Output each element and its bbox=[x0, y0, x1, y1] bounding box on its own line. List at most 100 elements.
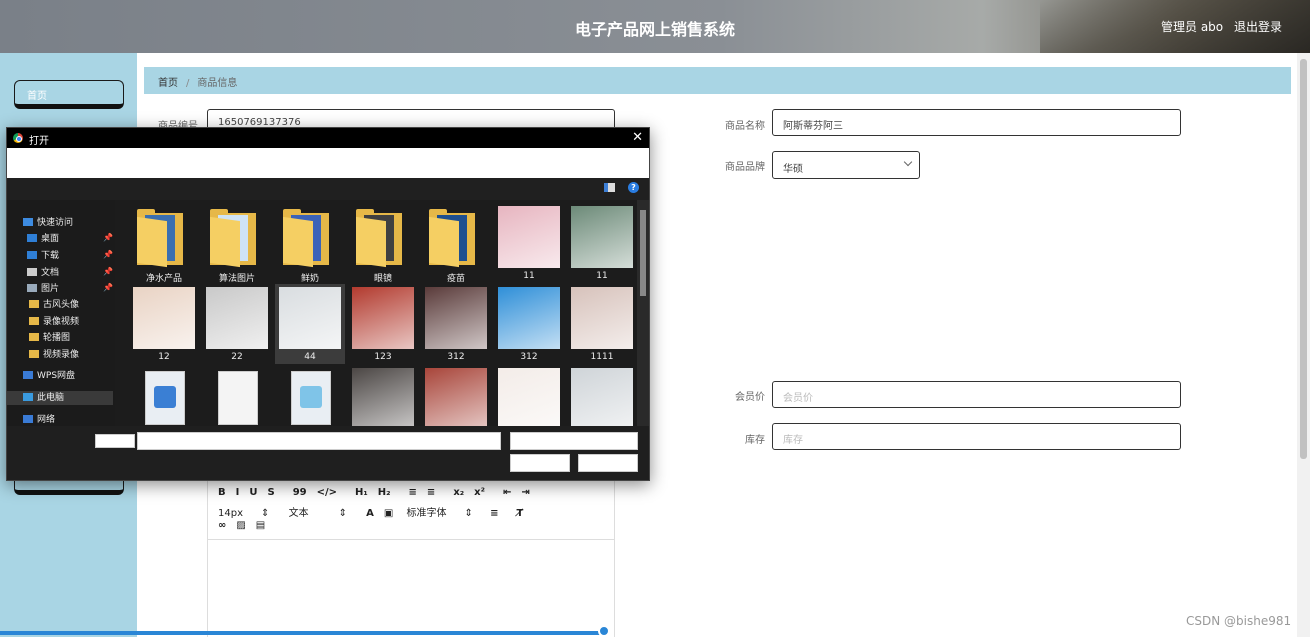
rich-text-editor[interactable]: B I U S 99 </> H₁ H₂ ≡ ≡ x₂ x² ⇤ ⇥ 14px ⇕ 文本 ⇕ A ▣ 标准字体 ⇕… bbox=[207, 480, 615, 637]
file-item[interactable]: 312 bbox=[421, 284, 491, 364]
file-item[interactable]: 123 bbox=[348, 284, 418, 364]
editor-tool-icon[interactable]: 99 bbox=[293, 487, 307, 498]
file-item[interactable]: 净水产品 bbox=[129, 203, 199, 284]
app-title: 电子产品网上销售系统 bbox=[574, 20, 735, 39]
downloads-icon bbox=[27, 251, 37, 259]
editor-tool-icon[interactable]: </> bbox=[317, 487, 337, 498]
brand-label: 商品品牌 bbox=[725, 162, 765, 173]
nav-item-network[interactable]: 网络 bbox=[23, 413, 55, 427]
brand-select[interactable]: 华硕 bbox=[772, 151, 920, 179]
select-arrows-icon: ⇕ bbox=[338, 508, 347, 519]
member-price-input[interactable]: 会员价 bbox=[772, 381, 1181, 408]
font-size-select[interactable]: 14px bbox=[218, 508, 243, 519]
sidebar-item-home[interactable]: 首页 bbox=[14, 80, 124, 109]
file-name: 眼镜 bbox=[373, 274, 392, 284]
editor-tool-icon[interactable]: B bbox=[218, 487, 226, 498]
stock-input[interactable]: 库存 bbox=[772, 423, 1181, 450]
file-name: 鲜奶 bbox=[300, 274, 319, 284]
file-item[interactable]: 312 bbox=[494, 284, 564, 364]
font-color-icon[interactable]: A bbox=[366, 508, 374, 519]
editor-tool-icon[interactable]: S bbox=[267, 487, 274, 498]
editor-tool-icon[interactable]: U bbox=[249, 487, 257, 498]
change-view-icon[interactable] bbox=[604, 183, 615, 192]
editor-tool-icon[interactable]: H₁ bbox=[355, 487, 368, 498]
file-item[interactable]: 疫苗 bbox=[421, 203, 491, 284]
page-scrollbar-thumb[interactable] bbox=[1300, 59, 1307, 459]
file-item[interactable]: 1111 bbox=[567, 284, 637, 364]
cancel-button[interactable] bbox=[578, 454, 638, 472]
folder-icon bbox=[137, 209, 191, 268]
editor-tool-icon[interactable]: H₂ bbox=[378, 487, 391, 498]
nav-item-folder-lunbotu[interactable]: 轮播图 bbox=[29, 331, 70, 345]
nav-item-documents[interactable]: 文档 bbox=[27, 266, 59, 280]
font-family-select[interactable]: 标准字体 bbox=[407, 504, 447, 519]
nav-item-label: 古风头像 bbox=[43, 300, 80, 310]
editor-tool-icon[interactable]: ⇤ bbox=[503, 487, 511, 498]
name-input[interactable]: 阿斯蒂芬阿三 bbox=[772, 109, 1181, 136]
nav-item-label: 视频录像 bbox=[43, 350, 80, 360]
editor-tool-icon[interactable]: ≡ bbox=[409, 487, 417, 498]
editor-tool-icon[interactable]: I bbox=[236, 487, 240, 498]
file-item[interactable]: 算法图片 bbox=[202, 203, 272, 284]
open-button[interactable] bbox=[510, 454, 570, 472]
file-name: 44 bbox=[304, 352, 316, 362]
editor-tool-icon[interactable]: x² bbox=[474, 487, 485, 498]
file-item[interactable]: 11 bbox=[494, 203, 564, 283]
nav-item-pictures[interactable]: 图片 bbox=[27, 282, 59, 296]
file-item[interactable]: 12 bbox=[129, 284, 199, 364]
page-scrollbar[interactable] bbox=[1297, 53, 1310, 637]
nav-item-label: 网络 bbox=[37, 415, 56, 425]
file-name: 算法图片 bbox=[218, 274, 255, 284]
file-name: 1111 bbox=[590, 352, 614, 362]
close-icon[interactable]: ✕ bbox=[632, 130, 643, 145]
nav-item-folder-luxiang[interactable]: 录像视频 bbox=[29, 315, 79, 329]
nav-item-this-pc[interactable]: 此电脑 bbox=[7, 391, 113, 405]
file-item[interactable]: 11 bbox=[567, 203, 637, 283]
nav-item-label: 快速访问 bbox=[37, 218, 74, 228]
top-header: 电子产品网上销售系统 管理员 abo 退出登录 bbox=[0, 0, 1310, 53]
help-icon[interactable]: ? bbox=[628, 182, 639, 193]
select-arrows-icon: ⇕ bbox=[464, 508, 473, 519]
file-name-input[interactable] bbox=[137, 432, 501, 450]
image-thumbnail bbox=[498, 368, 560, 430]
nav-item-label: 此电脑 bbox=[37, 393, 65, 403]
progress-handle[interactable] bbox=[598, 625, 610, 637]
nav-item-label: 桌面 bbox=[41, 234, 60, 244]
dialog-titlebar: 打开 ✕ bbox=[7, 128, 649, 148]
name-label: 商品名称 bbox=[725, 121, 765, 132]
editor-tool-icon[interactable]: ⇥ bbox=[521, 487, 529, 498]
logout-link[interactable]: 退出登录 bbox=[1234, 18, 1282, 35]
editor-tool-icon[interactable]: x₂ bbox=[453, 487, 464, 498]
file-name: 123 bbox=[374, 352, 392, 362]
nav-item-folder-shipin[interactable]: 视频录像 bbox=[29, 348, 79, 362]
file-item[interactable]: 22 bbox=[202, 284, 272, 364]
file-item[interactable]: 眼镜 bbox=[348, 203, 418, 284]
file-item[interactable]: 鲜奶 bbox=[275, 203, 345, 284]
breadcrumb-home[interactable]: 首页 bbox=[158, 78, 178, 89]
dialog-title: 打开 bbox=[29, 136, 49, 147]
nav-item-folder-gufeng[interactable]: 古风头像 bbox=[29, 298, 79, 312]
brand-select-value: 华硕 bbox=[783, 164, 803, 175]
video-progress-bar[interactable] bbox=[0, 631, 603, 635]
video-icon[interactable]: ▤ bbox=[256, 520, 265, 531]
align-icon[interactable]: ≡ bbox=[490, 508, 498, 519]
editor-tool-icon[interactable]: ≡ bbox=[427, 487, 435, 498]
file-item[interactable]: 44 bbox=[275, 284, 345, 364]
nav-item-quick-access[interactable]: 快速访问 bbox=[23, 216, 73, 230]
dialog-scrollbar[interactable] bbox=[637, 200, 649, 426]
nav-item-desktop[interactable]: 桌面 bbox=[27, 232, 59, 246]
pictures-icon bbox=[27, 284, 37, 292]
file-name: 312 bbox=[447, 352, 465, 362]
file-type-select[interactable] bbox=[510, 432, 638, 450]
link-icon[interactable]: ∞ bbox=[218, 520, 226, 531]
nav-item-downloads[interactable]: 下载 bbox=[27, 249, 59, 263]
breadcrumb-separator: / bbox=[186, 78, 190, 89]
background-color-icon[interactable]: ▣ bbox=[384, 508, 393, 519]
nav-item-wps-drive[interactable]: WPS网盘 bbox=[23, 369, 75, 383]
clear-format-icon[interactable]: T̸ bbox=[517, 508, 524, 519]
image-icon[interactable]: ▨ bbox=[236, 520, 245, 531]
text-style-select[interactable]: 文本 bbox=[289, 504, 309, 519]
image-thumbnail bbox=[571, 287, 633, 349]
dialog-scrollbar-thumb[interactable] bbox=[640, 210, 646, 296]
dialog-address-bar[interactable] bbox=[7, 148, 649, 178]
